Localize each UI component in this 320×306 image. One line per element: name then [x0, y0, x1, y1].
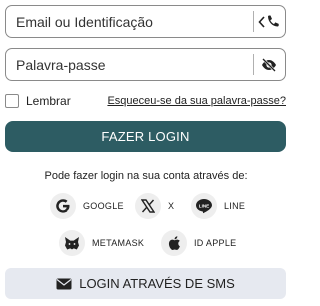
- svg-text:LINE: LINE: [199, 203, 209, 208]
- provider-label: X: [168, 201, 175, 211]
- metamask-icon: [59, 230, 85, 256]
- envelope-icon: [56, 278, 72, 290]
- login-button[interactable]: FAZER LOGIN: [5, 121, 286, 152]
- login-form: Email ou Identificação Palavra-passe Lem…: [0, 0, 292, 306]
- google-icon: [50, 193, 76, 219]
- field-divider: [253, 54, 254, 75]
- x-login-button[interactable]: X: [135, 193, 174, 219]
- apple-icon: [161, 230, 187, 256]
- email-field[interactable]: Email ou Identificação: [5, 5, 286, 38]
- line-icon: LINE: [191, 193, 217, 219]
- remember-label: Lembrar: [26, 94, 71, 108]
- x-icon: [135, 193, 161, 219]
- provider-label: ID APPLE: [194, 238, 237, 248]
- forgot-password-link[interactable]: Esqueceu-se da sua palavra-passe?: [107, 95, 286, 107]
- apple-login-button[interactable]: ID APPLE: [161, 230, 236, 256]
- phone-switch-icon[interactable]: [258, 13, 280, 31]
- provider-label: LINE: [224, 201, 246, 211]
- sms-login-button[interactable]: LOGIN ATRAVÉS DE SMS: [5, 268, 286, 299]
- alt-login-text: Pode fazer login na sua conta através de…: [44, 170, 248, 182]
- google-login-button[interactable]: GOOGLE: [50, 193, 124, 219]
- eye-slash-icon[interactable]: [258, 56, 280, 74]
- password-field[interactable]: Palavra-passe: [5, 48, 286, 81]
- provider-label: GOOGLE: [83, 201, 124, 211]
- metamask-login-button[interactable]: METAMASK: [59, 230, 144, 256]
- email-placeholder: Email ou Identificação: [16, 14, 153, 30]
- line-login-button[interactable]: LINE LINE: [191, 193, 245, 219]
- provider-label: METAMASK: [92, 238, 145, 248]
- password-placeholder: Palavra-passe: [16, 57, 106, 73]
- remember-me[interactable]: Lembrar: [5, 94, 71, 108]
- remember-checkbox[interactable]: [5, 94, 19, 108]
- sms-button-label: LOGIN ATRAVÉS DE SMS: [79, 276, 235, 291]
- field-divider: [253, 11, 254, 32]
